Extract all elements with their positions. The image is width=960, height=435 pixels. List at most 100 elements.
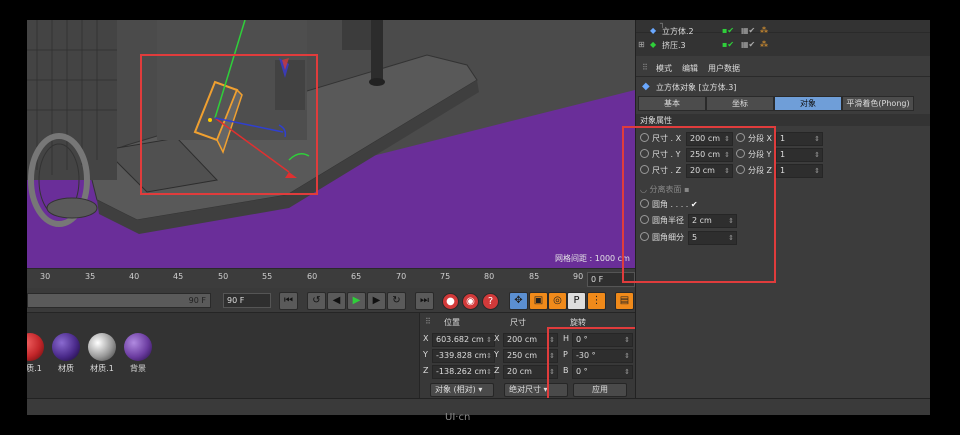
object-title: 立方体对象 [立方体.3] — [656, 83, 737, 92]
autokey-button[interactable]: ◉ — [462, 293, 479, 310]
end-frame-field[interactable]: 90 F — [223, 293, 271, 308]
3d-viewport[interactable]: 网格间距 : 1000 cm — [27, 20, 635, 268]
tick-label: 90 — [573, 272, 584, 281]
tab-coordinates[interactable]: 坐标 — [706, 96, 774, 111]
status-bar — [27, 398, 930, 415]
material-slot[interactable]: 背景 — [121, 333, 155, 374]
menu-edit[interactable]: 编辑 — [682, 63, 698, 74]
list-item[interactable]: ⊞ ◆ 挤压.3 ▪✔ ▦✔ ⁂ — [636, 40, 930, 53]
step-forward-button[interactable]: ▶ — [367, 292, 386, 310]
field-value: 250 cm — [507, 351, 538, 360]
range-end-label: 90 F — [188, 296, 206, 305]
tag-icon[interactable]: ⁂ — [760, 40, 768, 49]
watermark-logo: UI·cn — [445, 412, 471, 423]
spinner-icon[interactable]: ⇕ — [486, 366, 492, 378]
material-label: 材质.1 — [27, 364, 42, 373]
coordinate-mode-dropdown[interactable]: 对象 (相对) ▾ — [430, 383, 494, 397]
axis-label: Z — [494, 366, 500, 375]
viewport-scene — [27, 20, 635, 268]
material-label: 材质 — [58, 364, 74, 373]
tag-icon[interactable]: ⁂ — [760, 26, 768, 35]
menu-user-data[interactable]: 用户数据 — [708, 63, 740, 74]
material-preview — [27, 333, 44, 361]
chevron-down-icon: ▾ — [478, 385, 483, 394]
visible-check-icon[interactable]: ▪✔ — [722, 26, 734, 35]
object-manager: ┐ ◆ 立方体.2 ▪✔ ▦✔ ⁂ ⊞ ◆ 挤压.3 ▪✔ ▦✔ ⁂ — [635, 20, 930, 56]
axis-label: X — [494, 334, 500, 343]
expand-icon[interactable]: ⊞ — [638, 40, 645, 49]
material-slot[interactable]: 材质.1 — [27, 333, 47, 374]
object-name: 立方体.2 — [662, 27, 694, 36]
spinner-icon[interactable]: ⇕ — [486, 350, 492, 362]
prev-key-button[interactable]: ↺ — [307, 292, 326, 310]
segment-z-input[interactable]: 1 ⇕ — [776, 164, 823, 178]
tick-label: 70 — [396, 272, 407, 281]
segment-x-input[interactable]: 1 ⇕ — [776, 132, 823, 146]
field-value: -339.828 cm — [436, 351, 487, 360]
material-tag-icon[interactable]: ▦✔ — [741, 26, 755, 35]
timeline-ruler[interactable]: 30 35 40 45 50 55 60 65 70 75 80 85 90 0… — [27, 268, 635, 289]
spinner-icon[interactable]: ⇕ — [486, 334, 492, 346]
tick-label: 35 — [85, 272, 96, 281]
transport-bar: 90 F 90 F ⏮ ↺ ◀ ▶ ▶ ↻ ⏭ ● ◉ ? ✥ ▣ ◎ P ⋮ … — [27, 288, 635, 312]
tick-label: 75 — [440, 272, 451, 281]
position-y-field[interactable]: -339.828 cm ⇕ — [432, 349, 495, 363]
keyframe-help-button[interactable]: ? — [482, 293, 499, 310]
tab-phong[interactable]: 平滑着色(Phong) — [842, 96, 914, 111]
tab-object[interactable]: 对象 — [774, 96, 842, 111]
highlight-box-rotation — [547, 327, 642, 401]
list-item[interactable]: ◆ 立方体.2 ▪✔ ▦✔ ⁂ — [636, 26, 930, 39]
material-preview — [124, 333, 152, 361]
tick-label: 55 — [262, 272, 273, 281]
highlight-box-viewport — [140, 54, 318, 195]
position-x-field[interactable]: 603.682 cm ⇕ — [432, 333, 495, 347]
parameter-key-icon[interactable]: P — [567, 292, 586, 310]
film-icon[interactable]: ▤ — [615, 292, 634, 310]
axis-label: X — [423, 334, 429, 343]
material-preview — [52, 333, 80, 361]
tick-label: 80 — [484, 272, 495, 281]
field-value: 1 — [780, 134, 786, 143]
field-value: 1 — [780, 150, 786, 159]
step-back-button[interactable]: ◀ — [327, 292, 346, 310]
material-slot[interactable]: 材质.1 — [85, 333, 119, 374]
material-tag-icon[interactable]: ▦✔ — [741, 40, 755, 49]
material-slot[interactable]: 材质 — [49, 333, 83, 374]
rotate-key-icon[interactable]: ◎ — [548, 292, 567, 310]
tick-label: 45 — [173, 272, 184, 281]
menu-mode[interactable]: 模式 — [656, 63, 672, 74]
tick-label: 60 — [307, 272, 318, 281]
tick-label: 40 — [129, 272, 140, 281]
position-header: 位置 — [444, 318, 460, 327]
cube-icon: ◆ — [650, 26, 657, 35]
go-to-start-button[interactable]: ⏮ — [279, 292, 298, 310]
tab-basic[interactable]: 基本 — [638, 96, 706, 111]
tick-label: 30 — [40, 272, 51, 281]
spinner-icon[interactable]: ⇕ — [814, 149, 820, 161]
section-header: 对象属性 — [636, 114, 930, 126]
field-value: 200 cm — [507, 335, 538, 344]
grid-key-icon[interactable]: ⋮ — [587, 292, 606, 310]
segment-y-input[interactable]: 1 ⇕ — [776, 148, 823, 162]
spinner-icon[interactable]: ⇕ — [814, 133, 820, 145]
spinner-icon[interactable]: ⇕ — [814, 165, 820, 177]
play-button[interactable]: ▶ — [347, 292, 366, 310]
axis-label: Z — [423, 366, 429, 375]
material-label: 背景 — [130, 364, 146, 373]
grip-icon: ⠿ — [642, 63, 648, 72]
tick-label: 65 — [351, 272, 362, 281]
object-name: 挤压.3 — [662, 41, 686, 50]
field-value: 20 cm — [507, 367, 532, 376]
go-to-end-button[interactable]: ⏭ — [415, 292, 434, 310]
record-button[interactable]: ● — [442, 293, 459, 310]
visible-check-icon[interactable]: ▪✔ — [722, 40, 734, 49]
move-key-icon[interactable]: ✥ — [509, 292, 528, 310]
next-key-button[interactable]: ↻ — [387, 292, 406, 310]
frame-range-slider[interactable]: 90 F — [27, 293, 211, 308]
dropdown-value: 对象 (相对) — [435, 385, 476, 394]
field-value: 1 — [780, 166, 786, 175]
scale-key-icon[interactable]: ▣ — [529, 292, 548, 310]
size-header: 尺寸 — [510, 318, 526, 327]
position-z-field[interactable]: -138.262 cm ⇕ — [432, 365, 495, 379]
section-title: 对象属性 — [640, 116, 672, 125]
